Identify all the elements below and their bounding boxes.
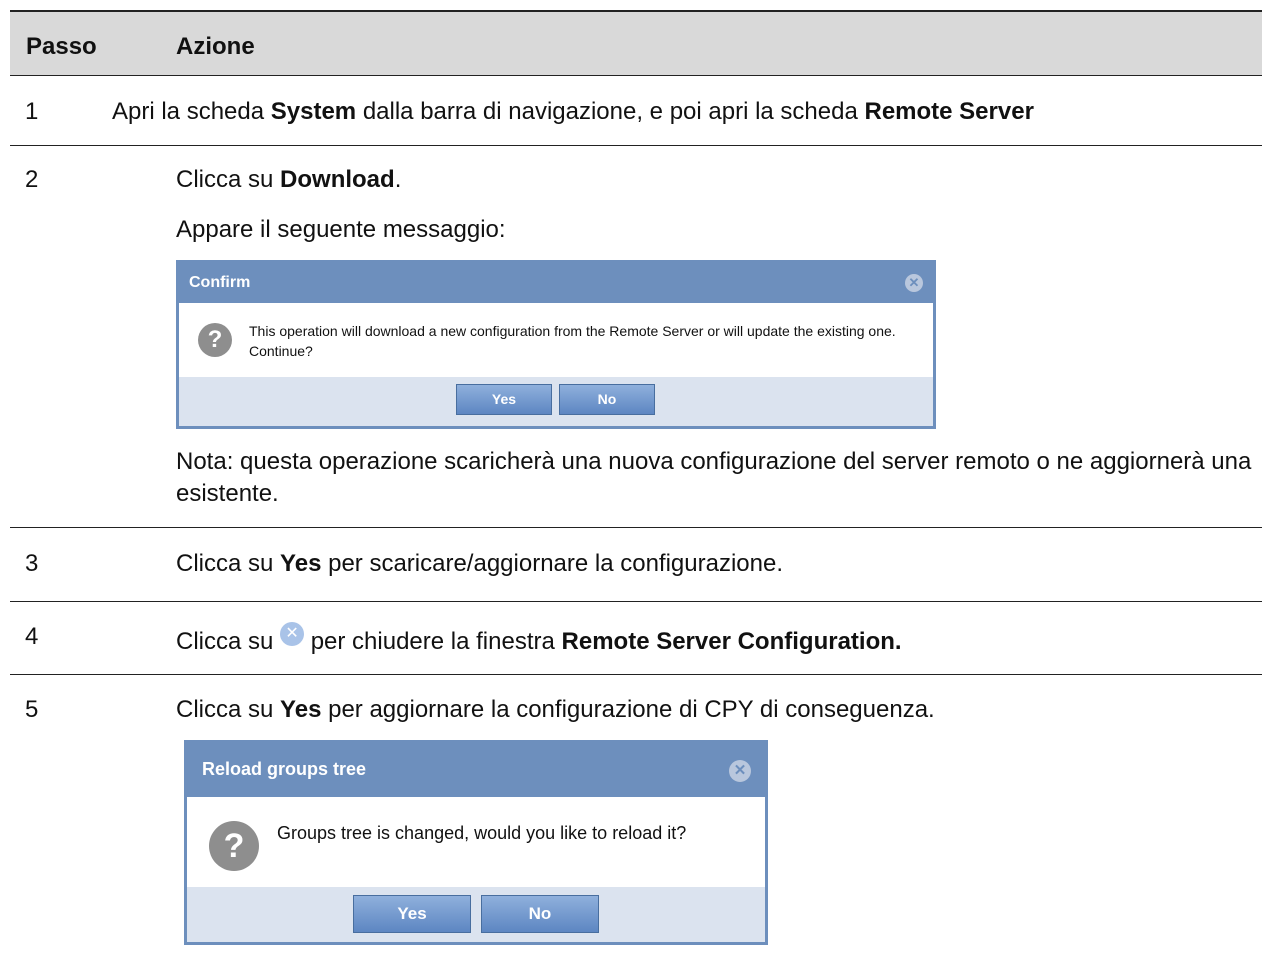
- step-text-bold: Download: [280, 166, 395, 193]
- step-text-part: Clicca su: [176, 166, 281, 193]
- row-divider: [10, 674, 1262, 675]
- dialog-button-row: Yes No: [179, 377, 933, 426]
- close-icon: ✕: [280, 622, 305, 646]
- step-text-bold: Remote Server: [864, 98, 1034, 125]
- step-3-text: Clicca su Yes per scaricare/aggiornare l…: [176, 550, 783, 578]
- step-text-part: Clicca su: [176, 696, 281, 723]
- step-number: 3: [25, 550, 39, 577]
- step-text-bold: System: [270, 98, 357, 125]
- close-icon[interactable]: ✕: [905, 274, 923, 292]
- step-number: 4: [25, 623, 39, 650]
- header-passo: Passo: [26, 33, 97, 60]
- step-2-line2: Appare il seguente messaggio:: [176, 216, 506, 243]
- yes-button[interactable]: Yes: [353, 895, 471, 933]
- row-divider: [10, 601, 1262, 602]
- dialog-titlebar: Confirm ✕: [179, 263, 933, 303]
- step-text-bold: Yes: [280, 696, 322, 723]
- step-4-text: Clicca su ✕ per chiudere la finestra Rem…: [176, 622, 902, 656]
- dialog-body: ? Groups tree is changed, would you like…: [187, 797, 765, 942]
- yes-button[interactable]: Yes: [456, 384, 552, 415]
- reload-dialog: Reload groups tree ✕ ? Groups tree is ch…: [184, 740, 768, 945]
- dialog-button-row: Yes No: [187, 887, 765, 942]
- step-1-text: Apri la scheda System dalla barra di nav…: [112, 98, 1034, 126]
- dialog-title: Confirm: [189, 274, 251, 291]
- step-2-text: Clicca su Download.: [176, 166, 401, 194]
- row-divider: [10, 145, 1262, 146]
- dialog-body: ? This operation will download a new con…: [179, 303, 933, 426]
- question-icon: ?: [209, 821, 259, 871]
- step-text-part: per scaricare/aggiornare la configurazio…: [321, 550, 784, 577]
- row-divider: [10, 527, 1262, 528]
- step-number: 1: [25, 98, 39, 125]
- question-icon: ?: [198, 323, 232, 357]
- step-text-part: dalla barra di navigazione, e poi apri l…: [356, 98, 865, 125]
- close-icon[interactable]: ✕: [729, 760, 751, 782]
- no-button[interactable]: No: [481, 895, 599, 933]
- step-5-text: Clicca su Yes per aggiornare la configur…: [176, 696, 935, 724]
- step-number: 2: [25, 166, 39, 193]
- step-2-note: Nota: questa operazione scaricherà una n…: [176, 448, 1252, 507]
- step-text-part: per chiudere la finestra: [304, 628, 562, 655]
- table-header: Passo Azione: [10, 10, 1262, 76]
- step-text-bold: Yes: [280, 550, 322, 577]
- step-number: 5: [25, 696, 39, 723]
- step-text-part: Clicca su: [176, 550, 281, 577]
- dialog-message: This operation will download a new confi…: [249, 323, 896, 359]
- dialog-titlebar: Reload groups tree ✕: [187, 743, 765, 797]
- header-azione: Azione: [176, 33, 255, 60]
- confirm-dialog: Confirm ✕ ? This operation will download…: [176, 260, 936, 429]
- step-text-part: Clicca su: [176, 628, 281, 655]
- dialog-title: Reload groups tree: [202, 759, 367, 779]
- step-text-part: per aggiornare la configurazione di CPY …: [321, 696, 935, 723]
- step-text-bold: Remote Server Configuration.: [561, 628, 902, 655]
- dialog-message: Groups tree is changed, would you like t…: [277, 823, 687, 843]
- step-text-part: Apri la scheda: [112, 98, 271, 125]
- step-text-part: .: [394, 166, 402, 193]
- no-button[interactable]: No: [559, 384, 655, 415]
